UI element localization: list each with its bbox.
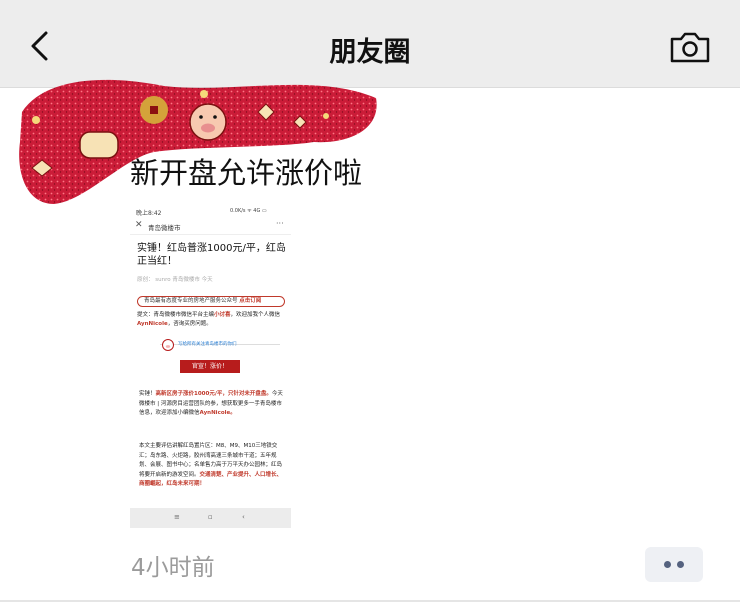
close-icon: ✕ (135, 220, 143, 230)
article-paragraph: 实锤！高新区房子涨价1000元/平，只针对未开盘盘。今天微楼市 | 河源房目运营… (139, 390, 285, 419)
status-time: 晚上8:42 (136, 210, 162, 217)
intro-text: 提文：青岛微楼市微信平台主编 (137, 312, 215, 318)
intro-highlight: 小讨喜 (214, 312, 231, 318)
para-text: 实锤！ (139, 391, 156, 397)
more-actions-button[interactable] (645, 547, 703, 582)
subscribe-cta: 点击订阅 (239, 298, 262, 304)
back-icon: ‹ (242, 513, 245, 521)
intro-text-2: ，欢迎加我个人微信 (230, 312, 281, 318)
post-image[interactable]: 晚上8:42 0.0K/s ᯤ 4G ▭ ✕ 青岛微楼市 ··· 实锤！红岛普涨… (130, 204, 291, 528)
intro-text-3: ，咨询买房问题。 (167, 321, 212, 327)
intro-wechat: AynNicole (137, 321, 168, 327)
more-dots-icon (677, 561, 684, 568)
article-tagline: 写给所有关注青岛楼市的你们 (178, 342, 237, 347)
status-indicators: 0.0K/s ᯤ 4G ▭ (230, 208, 267, 214)
phone-nav-bar: ≡ ▫ ‹ (130, 508, 291, 528)
home-icon: ▫ (208, 513, 213, 521)
account-name: 青岛微楼市 (148, 224, 181, 232)
more-dots-icon (664, 561, 671, 568)
para-wechat: AynNicole。 (199, 410, 236, 416)
page-title: 朋友圈 (329, 37, 411, 68)
camera-icon[interactable] (668, 29, 712, 65)
article-author: 原创： sunro 青岛微楼市 今天 (137, 277, 213, 283)
announcement-button: 官宣！涨价！ (180, 360, 240, 373)
article-paragraph: 本文主要评估讲解红岛置片区：M8、M9、M10三地铁交汇；岛东路、火炬路，胶州湾… (139, 442, 285, 490)
article-intro: 提文：青岛微楼市微信平台主编小讨喜，欢迎加我个人微信 AynNicole，咨询买房… (137, 311, 287, 329)
post-timestamp: 4小时前 (131, 555, 215, 581)
subscribe-banner-text: 青岛最有态度专业的房地产服务公众号 (144, 298, 238, 304)
article-headline: 实锤！红岛普涨1000元/平，红岛正当红！ (137, 243, 286, 267)
para-highlight: 高新区房子涨价1000元/平，只针对未开盘盘。 (155, 391, 272, 397)
pig-icon (162, 339, 174, 351)
subscribe-banner: 青岛最有态度专业的房地产服务公众号 点击订阅 (137, 296, 285, 307)
more-icon: ··· (276, 219, 284, 228)
menu-icon: ≡ (174, 513, 180, 521)
divider (130, 234, 291, 235)
post-text: 新开盘允许涨价啦 (130, 156, 363, 190)
